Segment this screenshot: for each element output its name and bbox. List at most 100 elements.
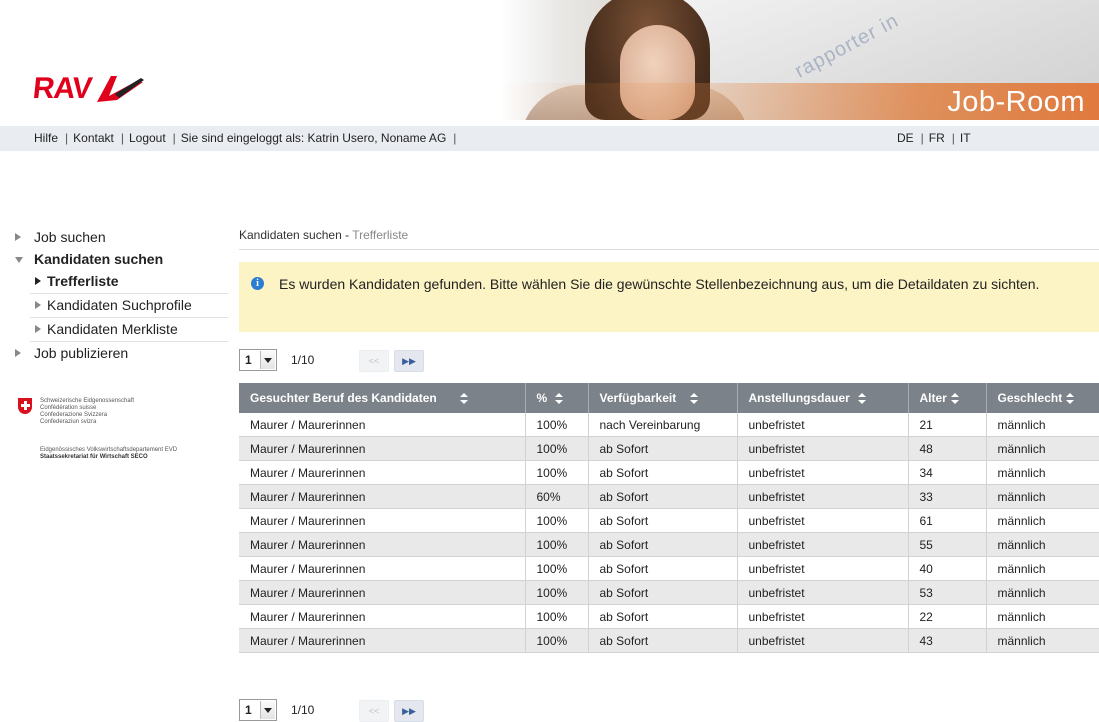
nav-separator: | [920,131,924,145]
column-header-percent[interactable]: % [525,383,589,413]
cell-percent: 100% [525,604,589,629]
language-fr[interactable]: FR [929,126,945,151]
cell-beruf[interactable]: Maurer / Maurerinnen [239,484,526,509]
page-select-value: 1 [245,353,252,367]
column-header-geschlecht[interactable]: Geschlecht [986,383,1099,413]
column-header-alter[interactable]: Alter [908,383,987,413]
table-row[interactable]: Maurer / Maurerinnen 60% ab Sofort unbefris… [239,484,1099,509]
sidebar-item-job-publizieren[interactable]: Job publizieren [0,342,230,364]
cell-verfuegbarkeit: ab Sofort [588,604,738,629]
cell-anstellungsdauer: unbefristet [737,460,909,485]
sidebar-item-label: Kandidaten Merkliste [47,321,178,337]
header-banner: rapporter in Job-Room [500,0,1099,120]
sort-icon[interactable] [459,392,468,405]
column-header-anstellungsdauer[interactable]: Anstellungsdauer [737,383,909,413]
sort-icon[interactable] [857,392,866,405]
table-row[interactable]: Maurer / Maurerinnen 100% ab Sofort unbefri… [239,508,1099,533]
sort-icon[interactable] [1066,392,1075,405]
previous-page-button[interactable]: << [359,350,389,372]
chevron-down-icon[interactable] [260,351,275,369]
next-page-button[interactable]: ▶▶ [394,350,424,372]
cell-percent: 100% [525,413,589,437]
cell-alter: 43 [908,628,987,653]
cell-alter: 34 [908,460,987,485]
breadcrumb-current: Trefferliste [352,228,409,242]
breadcrumb: Kandidaten suchen - Trefferliste [239,228,408,242]
sort-icon[interactable] [555,392,564,405]
column-header-verfuegbarkeit[interactable]: Verfügbarkeit [588,383,738,413]
column-header-beruf[interactable]: Gesuchter Beruf des Kandidaten [239,383,526,413]
chevron-right-icon [35,325,41,333]
nav-separator: | [65,131,69,145]
table-row[interactable]: Maurer / Maurerinnen 100% ab Sofort unbefri… [239,436,1099,461]
cell-percent: 100% [525,556,589,581]
sort-icon[interactable] [950,392,959,405]
logout-link[interactable]: Logout [129,126,166,151]
cell-beruf[interactable]: Maurer / Maurerinnen [239,436,526,461]
sidebar-item-label: Kandidaten suchen [34,251,164,267]
cell-geschlecht: männlich [986,436,1099,461]
nav-separator: | [453,131,457,145]
contact-link[interactable]: Kontakt [73,126,114,151]
sidebar-item-trefferliste[interactable]: Trefferliste [30,270,228,294]
cell-geschlecht: männlich [986,460,1099,485]
cell-beruf[interactable]: Maurer / Maurerinnen [239,628,526,653]
table-row[interactable]: Maurer / Maurerinnen 100% nach Vereinbarun… [239,413,1099,437]
language-it[interactable]: IT [960,126,971,151]
chevron-right-icon [15,349,21,357]
previous-page-button[interactable]: << [359,700,389,722]
sidebar-item-suchprofile[interactable]: Kandidaten Suchprofile [30,294,228,318]
cell-alter: 22 [908,604,987,629]
breadcrumb-separator: - [345,228,350,242]
cell-percent: 60% [525,484,589,509]
cell-anstellungsdauer: unbefristet [737,628,909,653]
table-row[interactable]: Maurer / Maurerinnen 100% ab Sofort unbefri… [239,532,1099,557]
cell-alter: 48 [908,436,987,461]
cell-alter: 40 [908,556,987,581]
cell-geschlecht: männlich [986,604,1099,629]
chevron-down-icon[interactable] [260,701,275,719]
rav-arrow-icon [97,76,145,102]
sidebar-item-merkliste[interactable]: Kandidaten Merkliste [30,318,228,342]
cell-beruf[interactable]: Maurer / Maurerinnen [239,580,526,605]
cell-geschlecht: männlich [986,484,1099,509]
cell-verfuegbarkeit: ab Sofort [588,580,738,605]
department-seco: Staatssekretariat für Wirtschaft SECO [40,454,148,460]
breadcrumb-divider [239,249,1099,250]
help-link[interactable]: Hilfe [34,126,58,151]
cell-percent: 100% [525,460,589,485]
rav-logo[interactable]: RAV [31,72,145,105]
cell-beruf[interactable]: Maurer / Maurerinnen [239,460,526,485]
cell-percent: 100% [525,580,589,605]
table-row[interactable]: Maurer / Maurerinnen 100% ab Sofort unbefri… [239,604,1099,629]
cell-geschlecht: männlich [986,532,1099,557]
cell-verfuegbarkeit: ab Sofort [588,628,738,653]
cell-percent: 100% [525,508,589,533]
sidebar-item-kandidaten-suchen[interactable]: Kandidaten suchen [0,248,230,270]
table-row[interactable]: Maurer / Maurerinnen 100% ab Sofort unbefri… [239,628,1099,653]
sidebar-item-label: Kandidaten Suchprofile [47,297,192,313]
cell-beruf[interactable]: Maurer / Maurerinnen [239,556,526,581]
cell-beruf[interactable]: Maurer / Maurerinnen [239,508,526,533]
table-row[interactable]: Maurer / Maurerinnen 100% ab Sofort unbefri… [239,460,1099,485]
cell-geschlecht: männlich [986,508,1099,533]
chevron-right-icon [35,301,41,309]
cell-anstellungsdauer: unbefristet [737,604,909,629]
table-row[interactable]: Maurer / Maurerinnen 100% ab Sofort unbefri… [239,556,1099,581]
cell-beruf[interactable]: Maurer / Maurerinnen [239,413,526,437]
page-select[interactable]: 1 [239,349,277,371]
chevron-right-icon [35,277,41,285]
language-de[interactable]: DE [897,126,914,151]
next-page-button[interactable]: ▶▶ [394,700,424,722]
table-row[interactable]: Maurer / Maurerinnen 100% ab Sofort unbefri… [239,580,1099,605]
page-select[interactable]: 1 [239,699,277,721]
breadcrumb-section[interactable]: Kandidaten suchen [239,228,342,242]
sidebar-item-job-suchen[interactable]: Job suchen [0,226,230,248]
cell-beruf[interactable]: Maurer / Maurerinnen [239,604,526,629]
cell-percent: 100% [525,436,589,461]
sort-icon[interactable] [690,392,699,405]
page-info: 1/10 [291,703,315,717]
nav-separator: | [120,131,124,145]
cell-alter: 33 [908,484,987,509]
cell-beruf[interactable]: Maurer / Maurerinnen [239,532,526,557]
